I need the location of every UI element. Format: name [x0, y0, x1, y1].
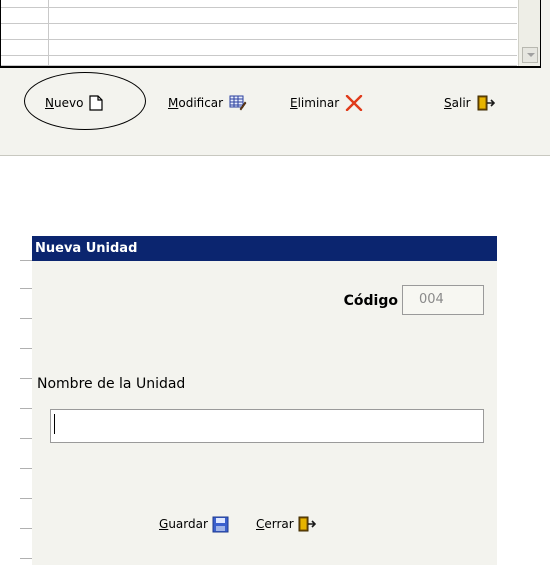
- code-field: 004: [402, 285, 484, 315]
- table-row[interactable]: [1, 40, 517, 56]
- delete-button[interactable]: Eliminar: [290, 93, 363, 113]
- text-caret: [54, 414, 55, 434]
- scroll-down-button[interactable]: [522, 47, 538, 63]
- new-button[interactable]: Nuevo: [45, 93, 104, 113]
- delete-x-icon: [345, 95, 363, 111]
- exit-door-icon: [477, 95, 495, 111]
- unit-name-input[interactable]: [50, 409, 484, 443]
- delete-button-label: Eliminar: [290, 96, 340, 110]
- table-row[interactable]: [1, 56, 517, 66]
- save-button-label: Guardar: [159, 517, 208, 531]
- floppy-disk-icon: [212, 516, 229, 533]
- edit-grid-icon: [229, 95, 247, 111]
- new-document-icon: [89, 95, 104, 111]
- close-button-label: Cerrar: [256, 517, 294, 531]
- unit-name-label: Nombre de la Unidad: [37, 376, 186, 392]
- table-row[interactable]: [1, 0, 517, 8]
- save-button[interactable]: Guardar: [159, 514, 229, 534]
- new-button-label: Nuevo: [45, 96, 84, 110]
- exit-button-label: Salir: [444, 96, 471, 110]
- vertical-scrollbar[interactable]: [518, 0, 540, 66]
- table-row[interactable]: [1, 24, 517, 40]
- data-grid: [0, 0, 541, 68]
- list-window: Nuevo Modificar Eliminar Salir: [0, 0, 550, 156]
- modify-button[interactable]: Modificar: [168, 93, 247, 113]
- exit-button[interactable]: Salir: [444, 93, 495, 113]
- exit-door-icon: [298, 516, 316, 532]
- code-label: Código: [343, 293, 398, 309]
- modify-button-label: Modificar: [168, 96, 224, 110]
- dialog-title: Nueva Unidad: [32, 236, 497, 261]
- close-button[interactable]: Cerrar: [256, 514, 316, 534]
- nueva-unidad-dialog: Nueva Unidad Código 004 Nombre de la Uni…: [32, 236, 497, 565]
- table-row[interactable]: [1, 8, 517, 24]
